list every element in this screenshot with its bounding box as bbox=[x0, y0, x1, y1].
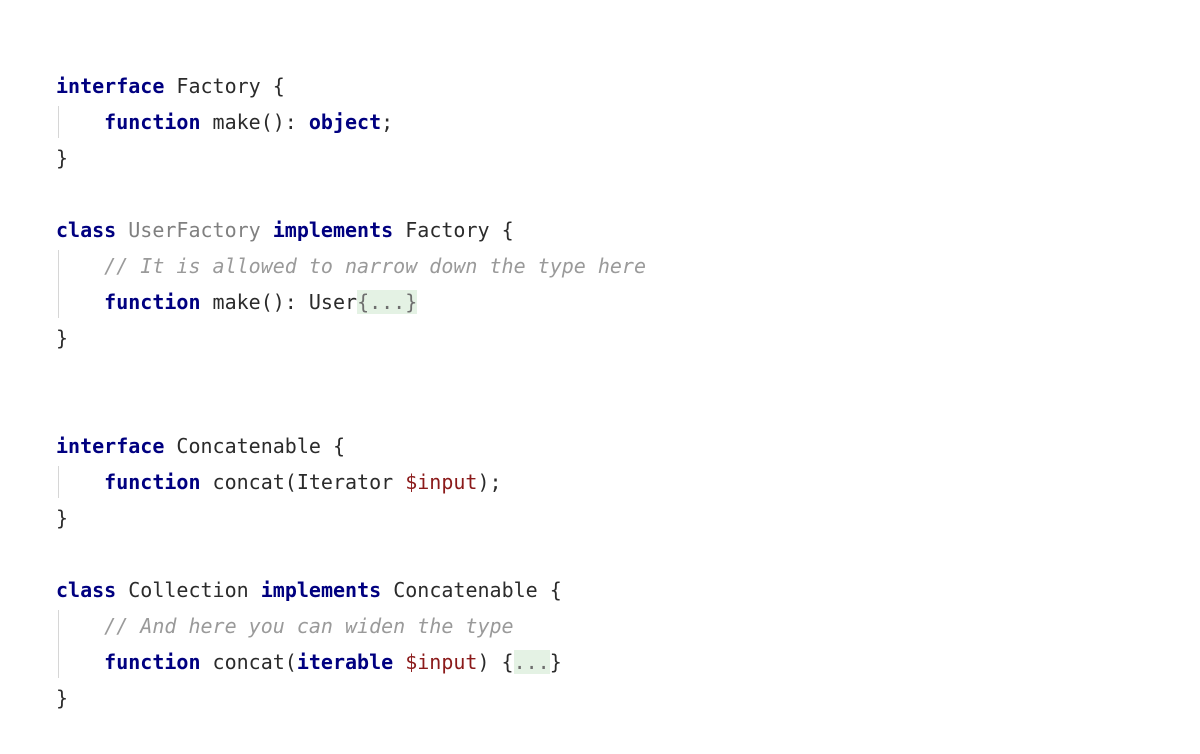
code-token-whitespace bbox=[201, 650, 213, 674]
code-token-punct: { bbox=[489, 218, 514, 242]
code-token-whitespace bbox=[164, 74, 176, 98]
code-line: } bbox=[0, 140, 1200, 176]
code-token-whitespace bbox=[56, 290, 104, 314]
code-line: interface Factory { bbox=[0, 68, 1200, 104]
code-token-punct: (): bbox=[260, 290, 309, 314]
code-token-kw: function bbox=[104, 290, 201, 314]
code-token-kw: implements bbox=[272, 218, 394, 242]
code-block-collection-class[interactable]: class Collection implements Concatenable… bbox=[0, 572, 1200, 716]
code-line: function make(): User{...} bbox=[0, 284, 1200, 320]
code-token-whitespace bbox=[381, 578, 393, 602]
code-token-punct: } bbox=[56, 686, 69, 710]
code-token-ident: Factory bbox=[405, 218, 490, 242]
code-token-punct: { bbox=[320, 434, 346, 458]
code-token-brace-plain: } bbox=[549, 650, 562, 674]
code-token-kw: function bbox=[104, 110, 201, 134]
code-token-fold[interactable]: ... bbox=[513, 650, 550, 674]
code-token-punct: { bbox=[537, 578, 562, 602]
code-token-ident-dim: UserFactory bbox=[128, 218, 261, 242]
code-line: } bbox=[0, 680, 1200, 716]
code-token-var: $input bbox=[405, 470, 478, 494]
code-token-whitespace bbox=[201, 110, 213, 134]
code-line: interface Concatenable { bbox=[0, 428, 1200, 464]
code-token-punct: ); bbox=[477, 470, 502, 494]
code-token-punct: ( bbox=[284, 470, 297, 494]
code-token-punct: ; bbox=[381, 110, 394, 134]
code-line: } bbox=[0, 500, 1200, 536]
code-token-kw: object bbox=[308, 110, 382, 134]
code-line: } bbox=[0, 320, 1200, 356]
code-token-whitespace bbox=[201, 470, 213, 494]
code-token-kw: class bbox=[56, 578, 117, 602]
code-line: function make(): object; bbox=[0, 104, 1200, 140]
code-token-whitespace bbox=[201, 290, 213, 314]
code-token-whitespace bbox=[56, 614, 104, 638]
code-token-kw: interface bbox=[56, 434, 165, 458]
code-token-kw: interface bbox=[56, 74, 165, 98]
code-token-punct: (): bbox=[260, 110, 309, 134]
code-token-whitespace bbox=[249, 578, 261, 602]
code-token-whitespace bbox=[393, 470, 405, 494]
code-token-ident: Concatenable bbox=[176, 434, 321, 458]
code-token-punct: } bbox=[56, 506, 69, 530]
code-token-ident: make bbox=[212, 290, 261, 314]
code-token-kw: implements bbox=[260, 578, 382, 602]
code-line: function concat(iterable $input) {...} bbox=[0, 644, 1200, 680]
code-token-brace-plain: ) { bbox=[477, 650, 514, 674]
code-token-whitespace bbox=[164, 434, 176, 458]
code-line: class Collection implements Concatenable… bbox=[0, 572, 1200, 608]
code-token-whitespace bbox=[116, 578, 128, 602]
code-token-whitespace bbox=[393, 650, 405, 674]
code-token-ident: make bbox=[212, 110, 261, 134]
code-token-whitespace bbox=[261, 218, 273, 242]
code-token-punct: } bbox=[56, 326, 69, 350]
code-line: function concat(Iterator $input); bbox=[0, 464, 1200, 500]
code-token-cmt: // It is allowed to narrow down the type… bbox=[104, 254, 647, 278]
code-block-concatenable-interface[interactable]: interface Concatenable { function concat… bbox=[0, 428, 1200, 536]
code-token-punct: ( bbox=[284, 650, 297, 674]
code-token-kw: class bbox=[56, 218, 117, 242]
code-token-kw: function bbox=[104, 470, 201, 494]
code-block-factory-interface[interactable]: interface Factory { function make(): obj… bbox=[0, 68, 1200, 176]
code-token-punct: { bbox=[260, 74, 285, 98]
code-token-whitespace bbox=[56, 110, 104, 134]
code-line: // It is allowed to narrow down the type… bbox=[0, 248, 1200, 284]
code-line: // And here you can widen the type bbox=[0, 608, 1200, 644]
code-block-user-factory-class[interactable]: class UserFactory implements Factory { /… bbox=[0, 212, 1200, 356]
code-token-whitespace bbox=[56, 254, 104, 278]
code-token-ident: Factory bbox=[176, 74, 261, 98]
code-token-kw: function bbox=[104, 650, 201, 674]
code-token-punct: } bbox=[56, 146, 69, 170]
code-token-whitespace bbox=[393, 218, 405, 242]
code-token-kw: iterable bbox=[296, 650, 394, 674]
code-token-whitespace bbox=[116, 218, 128, 242]
code-token-whitespace bbox=[56, 650, 104, 674]
code-token-whitespace bbox=[56, 470, 104, 494]
code-snippets-page: interface Factory { function make(): obj… bbox=[0, 0, 1200, 754]
code-token-ident: User bbox=[308, 290, 358, 314]
code-token-ident: Concatenable bbox=[393, 578, 538, 602]
code-token-ident: Collection bbox=[128, 578, 249, 602]
code-token-fold[interactable]: {...} bbox=[357, 290, 418, 314]
code-token-var: $input bbox=[405, 650, 478, 674]
code-token-cmt: // And here you can widen the type bbox=[104, 614, 514, 638]
code-token-ident: Iterator bbox=[296, 470, 394, 494]
code-token-ident: concat bbox=[212, 650, 285, 674]
code-line: class UserFactory implements Factory { bbox=[0, 212, 1200, 248]
code-token-ident: concat bbox=[212, 470, 285, 494]
